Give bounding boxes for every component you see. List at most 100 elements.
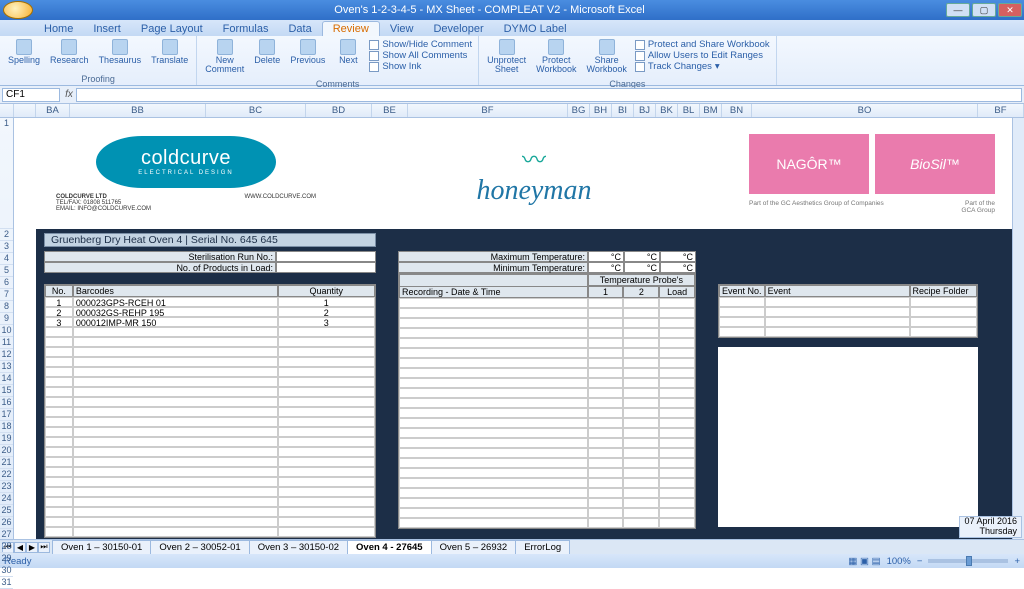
table-row[interactable]: [719, 307, 977, 317]
translate-button[interactable]: Translate: [147, 38, 192, 66]
row-16[interactable]: 16: [0, 397, 13, 409]
table-row[interactable]: [399, 518, 695, 528]
row-30[interactable]: 30: [0, 565, 13, 577]
table-row[interactable]: [45, 357, 375, 367]
table-row[interactable]: [399, 508, 695, 518]
row-2[interactable]: 2: [0, 229, 13, 241]
table-row[interactable]: [45, 487, 375, 497]
table-row[interactable]: [399, 358, 695, 368]
col-BL[interactable]: BL: [678, 104, 700, 117]
tab-data[interactable]: Data: [278, 22, 321, 36]
col-BC[interactable]: BC: [206, 104, 306, 117]
showhide-comment[interactable]: Show/Hide Comment: [369, 39, 472, 50]
table-row[interactable]: [45, 527, 375, 537]
mintemp-2[interactable]: °C: [624, 262, 660, 273]
row-11[interactable]: 11: [0, 337, 13, 349]
col-BA[interactable]: BA: [36, 104, 70, 117]
table-row[interactable]: [45, 347, 375, 357]
table-row[interactable]: [399, 348, 695, 358]
show-all-comments[interactable]: Show All Comments: [369, 50, 472, 61]
row-9[interactable]: 9: [0, 313, 13, 325]
row-18[interactable]: 18: [0, 421, 13, 433]
col-BI[interactable]: BI: [612, 104, 634, 117]
row-6[interactable]: 6: [0, 277, 13, 289]
table-row[interactable]: [45, 467, 375, 477]
sheet-oven2[interactable]: Oven 2 – 30052-01: [150, 540, 249, 554]
tab-home[interactable]: Home: [34, 22, 83, 36]
table-row[interactable]: [45, 367, 375, 377]
table-row[interactable]: [719, 317, 977, 327]
table-row[interactable]: [399, 368, 695, 378]
table-row[interactable]: [45, 517, 375, 527]
table-row[interactable]: [45, 457, 375, 467]
table-row[interactable]: 2000032GS-REHP 1952: [45, 307, 375, 317]
col-BN[interactable]: BN: [722, 104, 752, 117]
row-29[interactable]: 29: [0, 553, 13, 565]
tab-dymo[interactable]: DYMO Label: [494, 22, 577, 36]
delete-comment-button[interactable]: Delete: [250, 38, 284, 66]
col-BB[interactable]: BB: [70, 104, 206, 117]
table-row[interactable]: [45, 327, 375, 337]
row-27[interactable]: 27: [0, 529, 13, 541]
research-button[interactable]: Research: [46, 38, 93, 66]
table-row[interactable]: 1000023GPS-RCEH 011: [45, 297, 375, 307]
row-17[interactable]: 17: [0, 409, 13, 421]
new-comment-button[interactable]: New Comment: [201, 38, 248, 76]
row-22[interactable]: 22: [0, 469, 13, 481]
table-row[interactable]: [399, 428, 695, 438]
zoom-slider[interactable]: [928, 559, 1008, 563]
tab-insert[interactable]: Insert: [83, 22, 131, 36]
zoom-level[interactable]: 100%: [887, 556, 911, 567]
row-1[interactable]: 1: [0, 118, 13, 229]
products-value[interactable]: [276, 262, 376, 273]
table-row[interactable]: [399, 478, 695, 488]
tab-view[interactable]: View: [380, 22, 424, 36]
table-row[interactable]: [719, 327, 977, 337]
table-row[interactable]: [45, 507, 375, 517]
row-15[interactable]: 15: [0, 385, 13, 397]
minimize-button[interactable]: —: [946, 3, 970, 17]
worksheet-canvas[interactable]: coldcurve ELECTRICAL DESIGN COLDCURVE LT…: [14, 118, 1024, 539]
tab-nav-prev[interactable]: ◀: [14, 542, 26, 553]
table-row[interactable]: [45, 377, 375, 387]
table-row[interactable]: [399, 378, 695, 388]
col-BJ[interactable]: BJ: [634, 104, 656, 117]
table-row[interactable]: [399, 458, 695, 468]
table-row[interactable]: [45, 497, 375, 507]
fx-icon[interactable]: fx: [62, 89, 76, 100]
office-button[interactable]: [3, 1, 33, 19]
vertical-scrollbar[interactable]: [1012, 118, 1024, 539]
table-row[interactable]: [399, 408, 695, 418]
tab-review[interactable]: Review: [322, 21, 380, 36]
table-row[interactable]: [399, 438, 695, 448]
sheet-oven1[interactable]: Oven 1 – 30150-01: [52, 540, 151, 554]
sterilisation-value[interactable]: [276, 251, 376, 262]
row-14[interactable]: 14: [0, 373, 13, 385]
table-row[interactable]: [45, 477, 375, 487]
table-row[interactable]: [45, 437, 375, 447]
row-25[interactable]: 25: [0, 505, 13, 517]
table-row[interactable]: [399, 338, 695, 348]
row-23[interactable]: 23: [0, 481, 13, 493]
sheet-oven4[interactable]: Oven 4 - 27645: [347, 540, 432, 554]
tab-formulas[interactable]: Formulas: [213, 22, 279, 36]
row-12[interactable]: 12: [0, 349, 13, 361]
formula-input[interactable]: [76, 88, 1022, 102]
zoom-out[interactable]: −: [917, 556, 923, 567]
show-ink[interactable]: Show Ink: [369, 61, 472, 72]
table-row[interactable]: [45, 427, 375, 437]
tab-developer[interactable]: Developer: [423, 22, 493, 36]
table-row[interactable]: [399, 308, 695, 318]
row-5[interactable]: 5: [0, 265, 13, 277]
row-26[interactable]: 26: [0, 517, 13, 529]
table-row[interactable]: [399, 328, 695, 338]
row-3[interactable]: 3: [0, 241, 13, 253]
maxtemp-3[interactable]: °C: [660, 251, 696, 262]
spelling-button[interactable]: Spelling: [4, 38, 44, 66]
table-row[interactable]: [45, 447, 375, 457]
sheet-oven3[interactable]: Oven 3 – 30150-02: [249, 540, 348, 554]
sheet-oven5[interactable]: Oven 5 – 26932: [431, 540, 517, 554]
mintemp-3[interactable]: °C: [660, 262, 696, 273]
col-BF[interactable]: BF: [408, 104, 568, 117]
row-4[interactable]: 4: [0, 253, 13, 265]
